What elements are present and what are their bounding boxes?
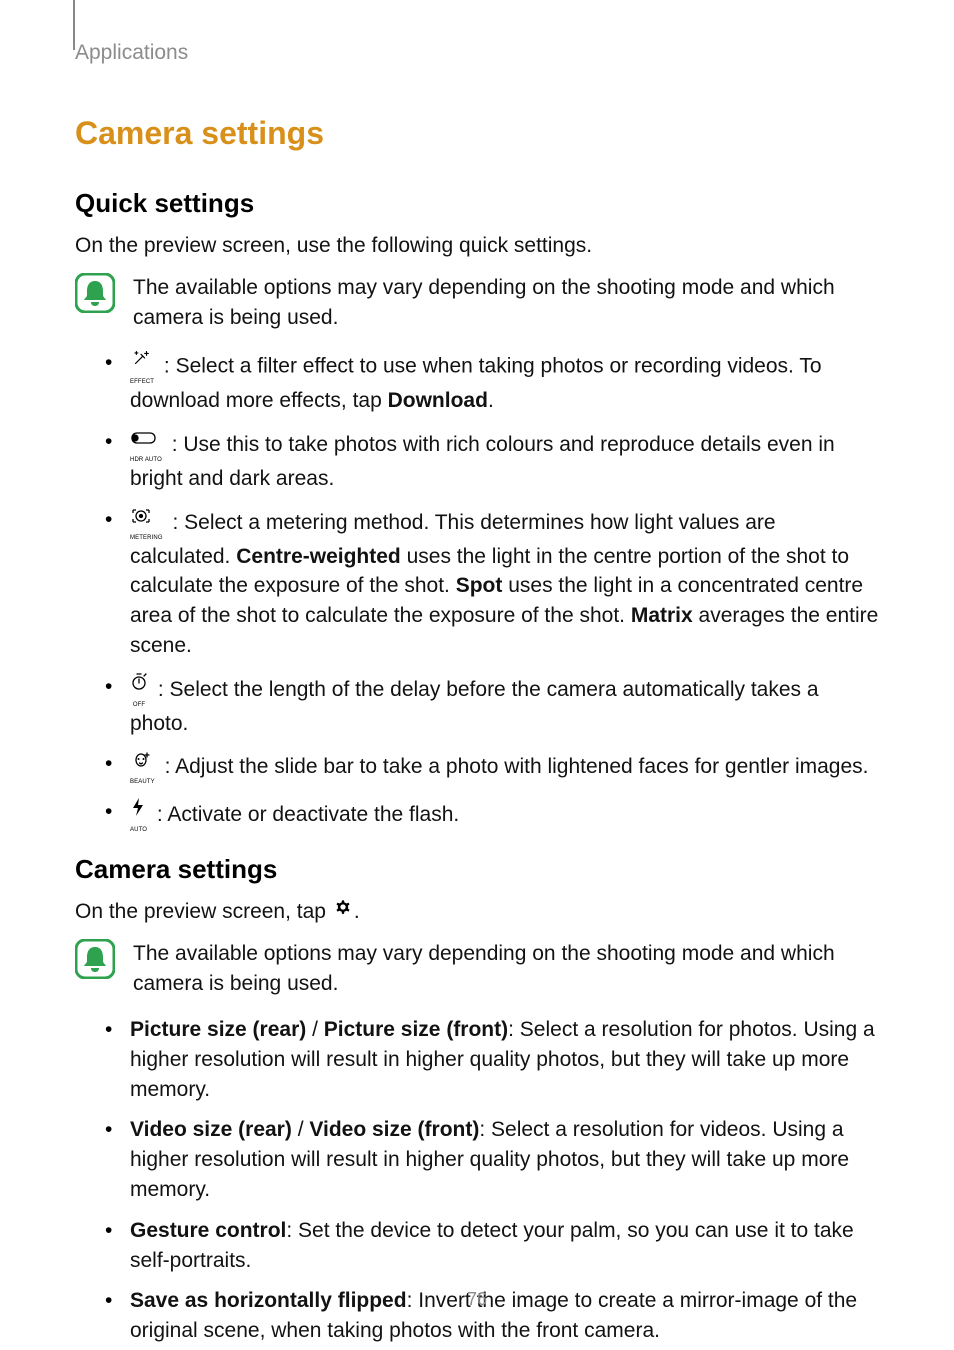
icon-sublabel: BEAUTY <box>130 779 155 785</box>
list-item-text: : Select the length of the delay before … <box>130 678 819 735</box>
list-item: AUTO : Activate or deactivate the flash. <box>100 797 879 834</box>
quick-settings-list: EFFECT : Select a filter effect to use w… <box>75 348 879 834</box>
icon-sublabel: EFFECT <box>130 379 154 385</box>
list-item-text: : Use this to take photos with rich colo… <box>130 433 835 490</box>
list-item-text: : Activate or deactivate the flash. <box>151 803 459 826</box>
list-item: OFF : Select the length of the delay bef… <box>100 672 879 739</box>
beauty-icon: BEAUTY <box>130 748 155 785</box>
list-item-bold: Matrix <box>631 604 693 627</box>
list-item-bold: Gesture control <box>130 1219 286 1242</box>
gear-icon <box>333 896 353 926</box>
list-item-bold: Download <box>388 389 488 412</box>
list-item: Video size (rear) / Video size (front): … <box>100 1115 879 1204</box>
page: Applications Camera settings Quick setti… <box>0 0 954 1350</box>
intro-text-post: . <box>354 900 360 923</box>
quick-settings-heading: Quick settings <box>75 188 879 219</box>
icon-sublabel: HDR AUTO <box>130 457 162 463</box>
list-item: METERING : Select a metering method. Thi… <box>100 505 879 661</box>
list-item: BEAUTY : Adjust the slide bar to take a … <box>100 749 879 786</box>
page-number: 76 <box>0 1289 954 1310</box>
note-text: The available options may vary depending… <box>133 939 879 999</box>
hdr-icon: HDR AUTO <box>130 426 162 463</box>
metering-icon: METERING <box>130 504 163 541</box>
list-item-bold: Picture size (front) <box>324 1018 508 1041</box>
section-title: Camera settings <box>75 115 879 152</box>
list-item-bold: Video size (front) <box>309 1118 479 1141</box>
icon-sublabel: METERING <box>130 535 163 541</box>
list-item: EFFECT : Select a filter effect to use w… <box>100 348 879 416</box>
list-item-text: . <box>488 389 494 412</box>
list-item: Picture size (rear) / Picture size (fron… <box>100 1015 879 1104</box>
list-item-bold: Spot <box>456 574 503 597</box>
camera-settings-heading: Camera settings <box>75 854 879 885</box>
list-item-text: / <box>292 1118 310 1141</box>
list-item-bold: Centre-weighted <box>236 545 401 568</box>
quick-settings-intro: On the preview screen, use the following… <box>75 231 879 261</box>
note-bell-icon <box>75 939 115 984</box>
list-item-text: / <box>306 1018 324 1041</box>
list-item-text: : Adjust the slide bar to take a photo w… <box>159 755 869 778</box>
note-row: The available options may vary depending… <box>75 273 879 333</box>
list-item: Gesture control: Set the device to detec… <box>100 1216 879 1276</box>
flash-icon: AUTO <box>130 796 147 833</box>
page-edge-line <box>73 0 75 50</box>
icon-sublabel: OFF <box>130 702 148 708</box>
effect-icon: EFFECT <box>130 347 154 385</box>
note-text: The available options may vary depending… <box>133 273 879 333</box>
note-bell-icon <box>75 273 115 318</box>
icon-sublabel: AUTO <box>130 827 147 833</box>
timer-icon: OFF <box>130 671 148 708</box>
intro-text-pre: On the preview screen, tap <box>75 900 332 923</box>
list-item-bold: Video size (rear) <box>130 1118 292 1141</box>
camera-settings-intro: On the preview screen, tap . <box>75 897 879 927</box>
list-item: HDR AUTO : Use this to take photos with … <box>100 427 879 494</box>
breadcrumb: Applications <box>75 41 879 65</box>
list-item-bold: Picture size (rear) <box>130 1018 306 1041</box>
note-row: The available options may vary depending… <box>75 939 879 999</box>
